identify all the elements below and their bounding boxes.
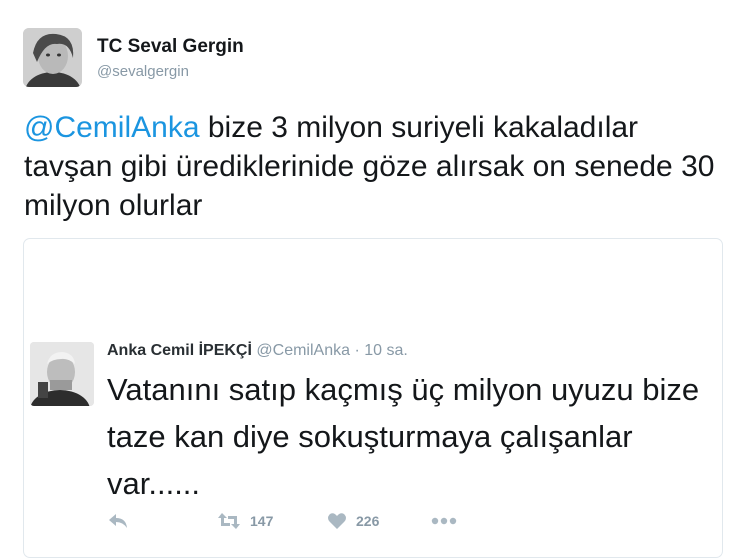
retweet-button[interactable]: 147 [217,512,327,530]
tweet-text: @CemilAnka bize 3 milyon suriyeli kakala… [24,108,734,225]
more-button[interactable] [431,517,457,525]
mention-link[interactable]: @CemilAnka [24,111,200,144]
quoted-author-avatar[interactable] [30,342,94,406]
author-handle[interactable]: @sevalgergin [97,63,189,80]
quoted-header: Anka Cemil İPEKÇİ @CemilAnka · 10 sa. [107,342,408,360]
more-icon [431,517,457,525]
retweet-count: 147 [250,513,274,529]
quoted-timestamp[interactable]: 10 sa. [364,342,408,359]
heart-icon [328,513,346,529]
reply-icon [109,514,127,528]
quoted-tweet-text: Vatanını satıp kaçmış üç milyon uyuzu bi… [107,372,700,501]
header-separator: · [350,342,365,359]
action-bar: 147 226 [107,508,457,534]
like-button[interactable]: 226 [327,512,431,530]
quoted-author-handle[interactable]: @CemilAnka [256,342,350,359]
author-avatar[interactable] [23,28,82,87]
quoted-author-name[interactable]: Anka Cemil İPEKÇİ [107,342,252,359]
like-count: 226 [356,513,380,529]
retweet-icon [218,513,240,529]
author-display-name[interactable]: TC Seval Gergin [97,36,244,58]
reply-button[interactable] [107,512,217,530]
